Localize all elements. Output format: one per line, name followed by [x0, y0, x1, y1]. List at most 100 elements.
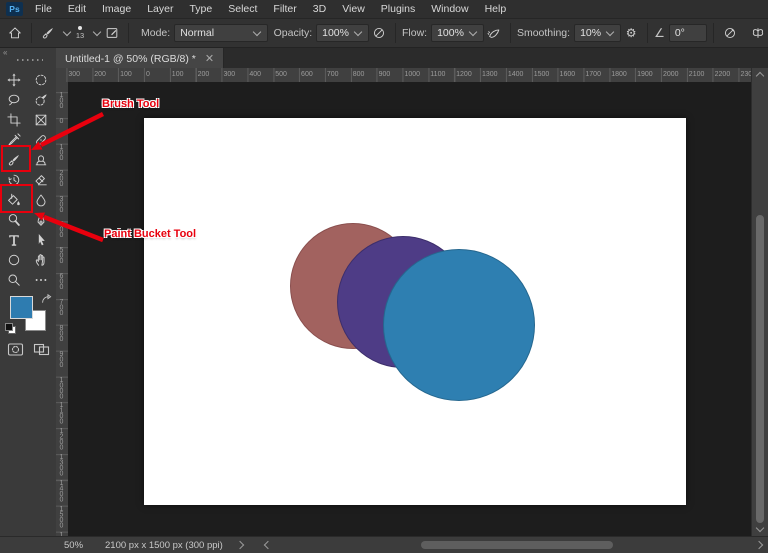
dodge-tool[interactable] [2, 211, 26, 230]
menu-window[interactable]: Window [423, 0, 476, 18]
opacity-field[interactable]: 100% [316, 24, 369, 42]
object-selection-tool[interactable] [29, 91, 53, 110]
menu-file[interactable]: File [27, 0, 60, 18]
horizontal-scrollbar-thumb[interactable] [421, 541, 613, 549]
ruler-label: 0 [58, 118, 65, 124]
divider [395, 23, 396, 43]
scroll-right-icon[interactable] [755, 541, 763, 549]
elliptical-marquee-tool[interactable] [29, 71, 53, 90]
move-tool[interactable] [2, 71, 26, 90]
ruler-label: 400 [249, 71, 261, 78]
hand-tool[interactable] [29, 251, 53, 270]
history-brush-tool[interactable] [2, 171, 26, 190]
ruler-label: 600 [58, 273, 65, 290]
ruler-label: 1200 [58, 428, 65, 450]
menu-image[interactable]: Image [94, 0, 139, 18]
pressure-opacity-icon[interactable] [369, 23, 389, 43]
flow-field[interactable]: 100% [431, 24, 484, 42]
menu-plugins[interactable]: Plugins [373, 0, 423, 18]
chevron-down-icon [469, 27, 477, 35]
menu-view[interactable]: View [334, 0, 373, 18]
ruler-label: 100 [58, 92, 65, 109]
zoom-level-field[interactable]: 50% [64, 540, 83, 551]
default-colors-icon[interactable] [5, 323, 15, 333]
menu-edit[interactable]: Edit [60, 0, 94, 18]
menu-3d[interactable]: 3D [305, 0, 334, 18]
ruler-label: 200 [58, 170, 65, 187]
quick-mask-icon[interactable] [7, 342, 24, 357]
ruler-label: 1200 [456, 71, 472, 78]
menu-layer[interactable]: Layer [139, 0, 181, 18]
collapse-panels-icon[interactable]: « [3, 48, 7, 57]
home-icon[interactable] [5, 23, 25, 43]
scroll-up-icon[interactable] [756, 72, 764, 80]
scroll-down-icon[interactable] [756, 524, 764, 532]
horizontal-ruler[interactable]: 3002001000100200300400500600700800900100… [56, 68, 752, 83]
blend-mode-value: Normal [180, 27, 214, 39]
blend-mode-select[interactable]: Normal [174, 24, 267, 42]
chevron-down-icon[interactable] [93, 27, 101, 35]
tab-bar-empty [224, 48, 768, 70]
type-tool[interactable] [2, 231, 26, 250]
vertical-scrollbar-thumb[interactable] [756, 215, 764, 523]
close-tab-icon[interactable]: ✕ [205, 54, 214, 64]
screen-mode-icon[interactable] [33, 342, 50, 357]
paint-bucket-tool[interactable] [2, 191, 26, 210]
smoothing-field[interactable]: 10% [574, 24, 621, 42]
foreground-color-swatch[interactable] [10, 296, 33, 319]
document-tab-bar: « Untitled-1 @ 50% (RGB/8) * ✕ [0, 48, 768, 70]
document-tab[interactable]: Untitled-1 @ 50% (RGB/8) * ✕ [56, 48, 224, 70]
divider [510, 23, 511, 43]
gear-icon[interactable]: ⚙ [621, 23, 641, 43]
ruler-label: 100 [172, 71, 184, 78]
ruler-label: 300 [224, 71, 236, 78]
path-selection-tool[interactable] [29, 231, 53, 250]
photoshop-logo-icon: Ps [6, 2, 23, 16]
zoom-tool[interactable] [2, 271, 26, 290]
frame-tool[interactable] [29, 111, 53, 130]
pressure-size-icon[interactable] [720, 23, 740, 43]
eyedropper-tool[interactable] [2, 131, 26, 150]
ruler-label: 900 [58, 351, 65, 368]
brush-angle-value: 0° [675, 27, 685, 39]
clone-stamp-tool[interactable] [29, 151, 53, 170]
canvas-area[interactable] [144, 118, 686, 505]
status-options-chevron-icon[interactable] [236, 541, 244, 549]
ruler-label: 1400 [58, 480, 65, 502]
toggle-brush-settings-icon[interactable] [102, 23, 122, 43]
eraser-tool[interactable] [29, 171, 53, 190]
ruler-label: 100 [120, 71, 132, 78]
ruler-label: 2100 [689, 71, 705, 78]
tools-panel [0, 68, 57, 537]
horizontal-scrollbar[interactable] [271, 537, 756, 553]
panel-grip[interactable] [17, 59, 43, 61]
lasso-tool[interactable] [2, 91, 26, 110]
menu-filter[interactable]: Filter [265, 0, 304, 18]
ruler-label: 200 [198, 71, 210, 78]
blur-tool[interactable] [29, 191, 53, 210]
pen-tool[interactable] [29, 211, 53, 230]
opacity-value: 100% [322, 27, 349, 39]
airbrush-icon[interactable] [484, 23, 504, 43]
symmetry-butterfly-icon[interactable] [748, 23, 768, 43]
brush-size-preview[interactable]: 13 [72, 26, 88, 40]
brush-preset-icon[interactable] [38, 23, 58, 43]
menu-type[interactable]: Type [181, 0, 220, 18]
menu-help[interactable]: Help [477, 0, 515, 18]
brush-angle-field[interactable]: 0° [669, 24, 707, 42]
edit-toolbar-icon[interactable] [29, 271, 53, 290]
spot-healing-brush-tool[interactable] [29, 131, 53, 150]
crop-tool[interactable] [2, 111, 26, 130]
divider [647, 23, 648, 43]
swap-colors-icon[interactable] [39, 293, 52, 306]
ruler-label: 1000 [58, 377, 65, 399]
ruler-label: 1700 [585, 71, 601, 78]
chevron-down-icon[interactable] [63, 27, 71, 35]
ellipse-shape-tool[interactable] [2, 251, 26, 270]
brush-tool[interactable] [2, 151, 26, 170]
ruler-label: 1400 [508, 71, 524, 78]
vertical-scrollbar[interactable] [751, 68, 768, 537]
ruler-label: 800 [58, 325, 65, 342]
smoothing-value: 10% [580, 27, 601, 39]
menu-select[interactable]: Select [220, 0, 265, 18]
